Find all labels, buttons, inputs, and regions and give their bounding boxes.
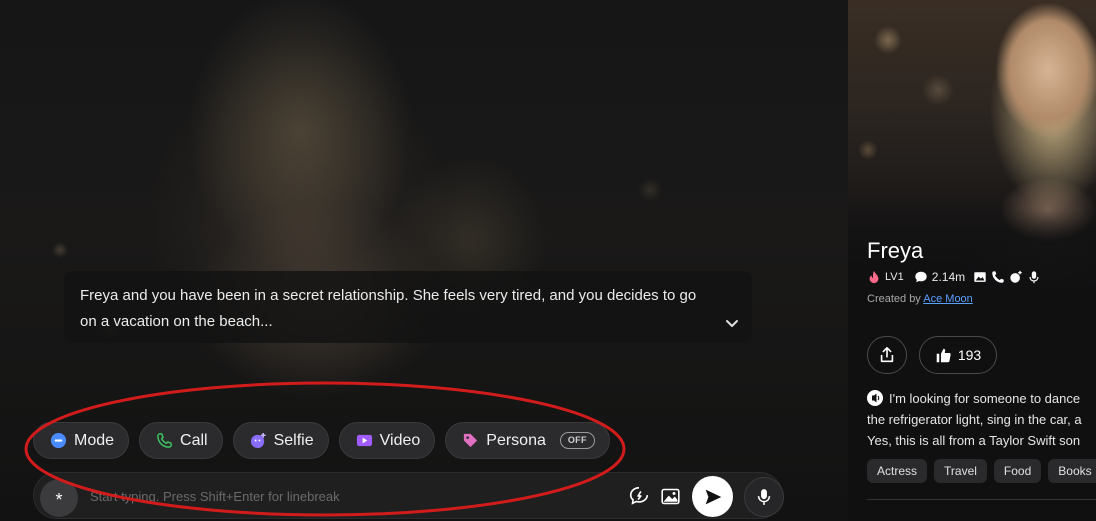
- play-voice-icon[interactable]: [867, 390, 883, 406]
- character-stats: LV1 2.14m: [867, 270, 1041, 284]
- magic-button[interactable]: *: [40, 479, 78, 517]
- phone-icon: [157, 433, 172, 448]
- bio-line-3: Yes, this is all from a Taylor Swift son: [867, 433, 1081, 448]
- scenario-text: Freya and you have been in a secret rela…: [80, 287, 697, 330]
- persona-label: Persona: [486, 431, 546, 449]
- chat-bubble-icon: [915, 271, 927, 283]
- chat-area: Freya and you have been in a secret rela…: [0, 0, 848, 521]
- tag-icon: [464, 433, 478, 448]
- selfie-icon: [250, 432, 266, 449]
- auto-reply-button[interactable]: [626, 483, 652, 509]
- tag-actress[interactable]: Actress: [867, 459, 928, 483]
- message-input[interactable]: [90, 485, 610, 507]
- character-panel: Freya LV1 2.14m Created by Ace Moon 193 …: [848, 0, 1096, 521]
- call-label: Call: [180, 431, 208, 449]
- creator-link[interactable]: Ace Moon: [923, 293, 973, 305]
- call-button[interactable]: Call: [139, 422, 223, 459]
- message-composer: *: [33, 472, 784, 519]
- call-feature-icon: [992, 271, 1004, 283]
- image-feature-icon: [974, 272, 986, 282]
- send-icon: [705, 489, 721, 504]
- selfie-feature-icon: [1010, 270, 1022, 283]
- scenario-card: Freya and you have been in a secret rela…: [64, 271, 752, 343]
- thumbs-up-icon: [936, 348, 951, 362]
- share-icon: [880, 346, 894, 363]
- action-pills: Mode Call Selfie Video Persona OFF: [33, 422, 610, 459]
- tag-list: Actress Travel Food Books: [867, 459, 1096, 483]
- image-button[interactable]: [657, 483, 683, 509]
- persona-toggle[interactable]: OFF: [559, 432, 595, 449]
- created-by: Created by Ace Moon: [867, 293, 973, 305]
- video-icon: [356, 434, 372, 447]
- bio-line-1: I'm looking for someone to dance: [889, 391, 1081, 406]
- tag-travel[interactable]: Travel: [934, 459, 987, 483]
- send-button[interactable]: [692, 476, 733, 517]
- microphone-icon: [757, 489, 771, 505]
- like-button[interactable]: 193: [919, 336, 997, 374]
- mode-icon: [50, 432, 67, 449]
- flame-icon: [869, 270, 879, 284]
- bio-line-2: the refrigerator light, sing in the car,…: [867, 412, 1082, 427]
- chevron-down-icon[interactable]: [724, 315, 740, 331]
- video-button[interactable]: Video: [338, 422, 436, 459]
- mode-button[interactable]: Mode: [33, 422, 130, 459]
- selfie-label: Selfie: [273, 431, 314, 449]
- level-label: LV1: [885, 271, 904, 283]
- persona-button[interactable]: Persona OFF: [445, 422, 610, 459]
- video-label: Video: [379, 431, 421, 449]
- tag-food[interactable]: Food: [993, 459, 1042, 483]
- mode-label: Mode: [74, 431, 115, 449]
- character-bio: I'm looking for someone to dance the ref…: [867, 388, 1096, 451]
- like-count: 193: [957, 347, 982, 363]
- tag-books[interactable]: Books: [1048, 459, 1096, 483]
- image-icon: [660, 488, 680, 504]
- voice-feature-icon: [1029, 271, 1039, 284]
- sparkle-chat-icon: [629, 486, 649, 505]
- character-name: Freya: [867, 238, 924, 263]
- divider: [867, 499, 1096, 500]
- share-button[interactable]: [867, 336, 907, 374]
- microphone-button[interactable]: [744, 477, 784, 517]
- chat-count: 2.14m: [931, 270, 966, 284]
- created-by-label: Created by: [867, 293, 921, 305]
- selfie-button[interactable]: Selfie: [232, 422, 329, 459]
